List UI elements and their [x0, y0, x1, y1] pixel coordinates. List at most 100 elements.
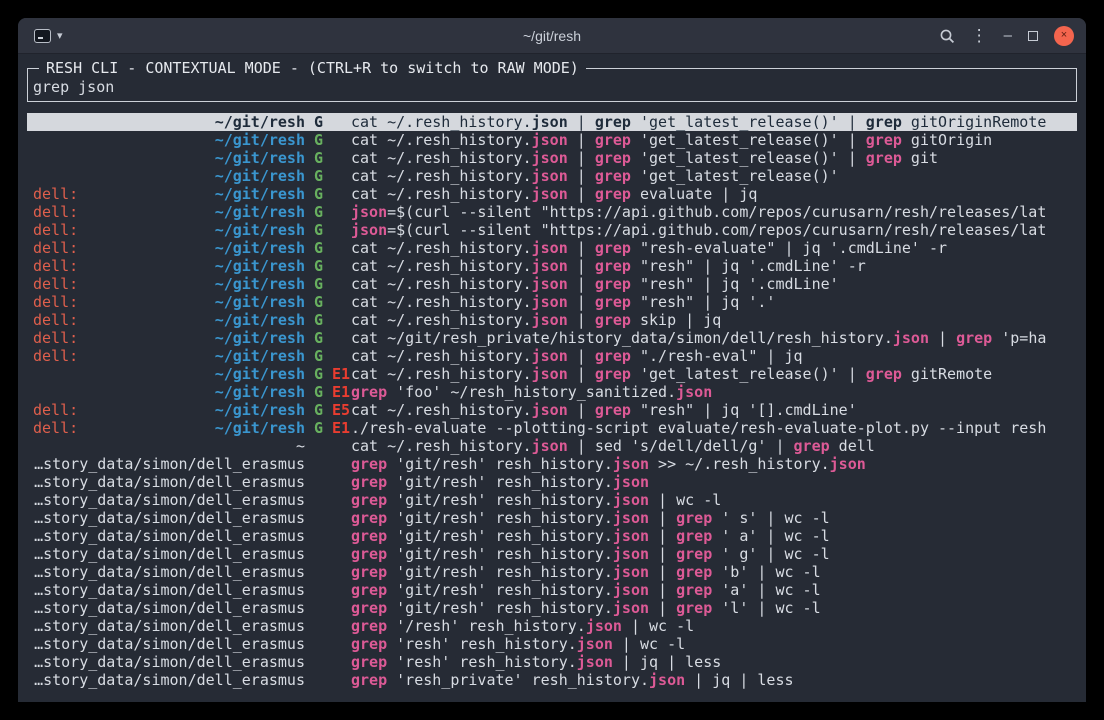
host-label: dell: — [33, 401, 78, 419]
history-row[interactable]: dell:~/git/reshGcat ~/.resh_history.json… — [27, 275, 1077, 293]
chevron-down-icon: ▾ — [57, 29, 63, 42]
directory-label: ~/git/resh — [215, 203, 305, 221]
host-label: dell: — [33, 203, 78, 221]
history-row[interactable]: dell:~/git/reshGjson=$(curl --silent "ht… — [27, 203, 1077, 221]
row-flags: G — [305, 113, 351, 131]
row-flags — [305, 563, 351, 581]
row-location: dell: ~/git/resh — [33, 257, 305, 275]
git-flag: G — [314, 221, 323, 239]
menu-button[interactable]: ⋮ — [971, 27, 988, 44]
history-row[interactable]: ~ cat ~/.resh_history.json | sed 's/dell/… — [27, 437, 1077, 455]
history-row[interactable]: ~/git/reshGcat ~/.resh_history.json | gr… — [27, 131, 1077, 149]
directory-label: …story_data/simon/dell_erasmus — [34, 473, 305, 491]
git-flag: G — [314, 257, 323, 275]
history-row[interactable]: …story_data/simon/dell_erasmusgrep 'git/… — [27, 545, 1077, 563]
exit-status-flag: E1 — [332, 383, 350, 401]
terminal-prompt-mark — [38, 37, 43, 39]
terminal-icon — [34, 29, 51, 43]
git-flag: G — [314, 401, 323, 419]
host-label: dell: — [33, 275, 78, 293]
row-location: ~/git/resh — [33, 365, 305, 383]
history-row[interactable]: ~/git/reshGcat ~/.resh_history.json | gr… — [27, 167, 1077, 185]
history-row[interactable]: dell: ~/git/resh Gcat ~/.resh_history.json… — [27, 257, 1077, 275]
directory-label: ~/git/resh — [215, 185, 305, 203]
history-row[interactable]: …story_data/simon/dell_erasmusgrep 'git/… — [27, 455, 1077, 473]
row-location: …story_data/simon/dell_erasmus — [33, 527, 305, 545]
minimize-icon: – — [1004, 28, 1012, 43]
terminal-content: RESH CLI - CONTEXTUAL MODE - (CTRL+R to … — [18, 55, 1086, 702]
host-label: dell: — [33, 293, 78, 311]
directory-label: …story_data/simon/dell_erasmus — [34, 635, 305, 653]
history-row[interactable]: dell:~/git/reshGcat ~/.resh_history.json… — [27, 347, 1077, 365]
history-row[interactable]: ~/git/reshGcat ~/.resh_history.json | gr… — [27, 113, 1077, 131]
history-row[interactable]: …story_data/simon/dell_erasmusgrep 'git/… — [27, 491, 1077, 509]
row-flags — [305, 599, 351, 617]
history-row[interactable]: dell:~/git/reshGjson=$(curl --silent "ht… — [27, 221, 1077, 239]
git-flag: G — [314, 203, 323, 221]
directory-label: ~/git/resh — [215, 311, 305, 329]
history-row[interactable]: …story_data/simon/dell_erasmusgrep 'git/… — [27, 527, 1077, 545]
history-row[interactable]: …story_data/simon/dell_erasmusgrep 'git/… — [27, 563, 1077, 581]
command-text: cat ~/.resh_history.json | grep "resh" |… — [351, 257, 1077, 275]
history-row[interactable]: …story_data/simon/dell_erasmus grep 'git/… — [27, 599, 1077, 617]
directory-label: ~/git/resh — [215, 113, 305, 131]
directory-label: …story_data/simon/dell_erasmus — [34, 599, 305, 617]
history-row[interactable]: dell:~/git/reshGcat ~/.resh_history.json… — [27, 185, 1077, 203]
restore-button[interactable] — [1028, 31, 1038, 41]
search-button[interactable] — [939, 28, 955, 44]
history-row[interactable]: dell:~/git/reshGcat ~/git/resh_private/h… — [27, 329, 1077, 347]
row-location: …story_data/simon/dell_erasmus — [33, 599, 305, 617]
titlebar: ▾ ~/git/resh ⋮ – × — [18, 18, 1086, 54]
directory-label: ~/git/resh — [215, 257, 305, 275]
command-text: cat ~/.resh_history.json | grep "resh" |… — [351, 275, 1077, 293]
row-flags: G E5 — [305, 401, 351, 419]
row-flags: G — [305, 329, 351, 347]
exit-status-flag: E1 — [332, 419, 350, 437]
history-row[interactable]: dell:~/git/reshGE1./resh-evaluate --plot… — [27, 419, 1077, 437]
history-row[interactable]: …story_data/simon/dell_erasmusgrep 'resh… — [27, 635, 1077, 653]
row-location: ~/git/resh — [33, 167, 305, 185]
history-row[interactable]: …story_data/simon/dell_erasmusgrep 'git/… — [27, 581, 1077, 599]
history-row[interactable]: ~/git/reshGE1cat ~/.resh_history.json | … — [27, 365, 1077, 383]
history-row[interactable]: …story_data/simon/dell_erasmusgrep 'resh… — [27, 653, 1077, 671]
history-row[interactable]: dell:~/git/reshGcat ~/.resh_history.json… — [27, 311, 1077, 329]
row-flags: GE1 — [305, 419, 351, 437]
search-icon — [939, 28, 955, 44]
history-row[interactable]: …story_data/simon/dell_erasmusgrep 'resh… — [27, 671, 1077, 689]
history-row[interactable]: …story_data/simon/dell_erasmusgrep '/res… — [27, 617, 1077, 635]
new-terminal-button[interactable]: ▾ — [34, 29, 63, 43]
history-row[interactable]: dell:~/git/reshGcat ~/.resh_history.json… — [27, 293, 1077, 311]
command-text: grep 'git/resh' resh_history.json | wc -… — [351, 491, 1077, 509]
row-location: …story_data/simon/dell_erasmus — [33, 473, 305, 491]
command-text: cat ~/git/resh_private/history_data/simo… — [351, 329, 1077, 347]
row-location: dell:~/git/resh — [33, 239, 305, 257]
command-text: grep 'git/resh' resh_history.json | grep… — [351, 599, 1077, 617]
command-text: cat ~/.resh_history.json | sed 's/dell/d… — [351, 437, 1077, 455]
row-location: …story_data/simon/dell_erasmus — [33, 635, 305, 653]
history-row[interactable]: ~/git/reshGcat ~/.resh_history.json | gr… — [27, 149, 1077, 167]
row-location: dell:~/git/resh — [33, 293, 305, 311]
host-label: dell: — [33, 257, 78, 275]
minimize-button[interactable]: – — [1004, 28, 1012, 43]
history-row[interactable]: ~/git/reshGE1grep 'foo' ~/resh_history_s… — [27, 383, 1077, 401]
window-title: ~/git/resh — [18, 28, 1086, 44]
command-text: grep 'git/resh' resh_history.json | grep… — [351, 581, 1077, 599]
directory-label: ~/git/resh — [215, 383, 305, 401]
history-row[interactable]: …story_data/simon/dell_erasmusgrep 'git/… — [27, 473, 1077, 491]
host-label: dell: — [33, 329, 78, 347]
history-row[interactable]: dell:~/git/reshGcat ~/.resh_history.json… — [27, 239, 1077, 257]
history-row[interactable]: dell:~/git/reshGE5cat ~/.resh_history.js… — [27, 401, 1077, 419]
git-flag: G — [314, 275, 323, 293]
row-flags: GE1 — [305, 365, 351, 383]
row-flags — [305, 455, 351, 473]
row-flags: G — [305, 311, 351, 329]
directory-label: …story_data/simon/dell_erasmus — [34, 563, 305, 581]
git-flag: G — [314, 365, 323, 383]
row-flags: G — [305, 167, 351, 185]
directory-label: ~ — [296, 437, 305, 455]
exit-status-flag: E5 — [332, 401, 350, 419]
search-query-input[interactable]: grep json — [33, 79, 1071, 96]
close-button[interactable]: × — [1054, 26, 1074, 46]
history-row[interactable]: …story_data/simon/dell_erasmusgrep 'git/… — [27, 509, 1077, 527]
row-flags — [305, 527, 351, 545]
